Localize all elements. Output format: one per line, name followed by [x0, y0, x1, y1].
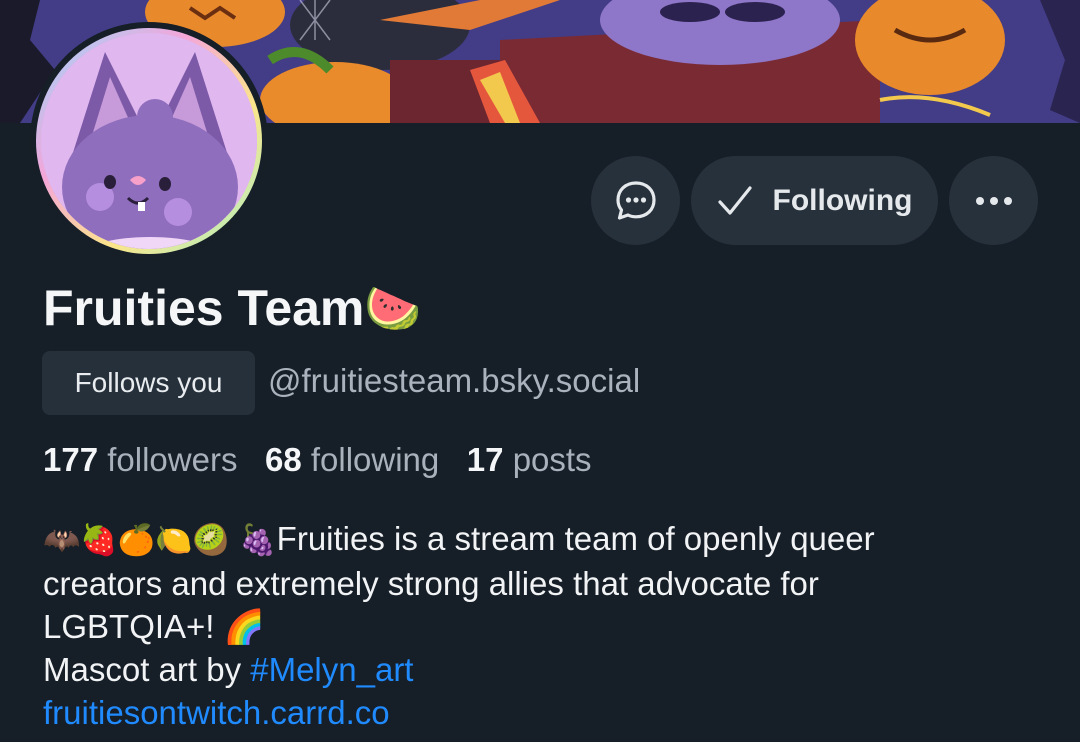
bio-line-5: fruitiesontwitch.carrd.co [43, 691, 1053, 734]
bio-line-4: Mascot art by #Melyn_art [43, 648, 1053, 691]
watermelon-emoji: 🍉 [364, 280, 422, 335]
ellipsis-icon [975, 196, 1012, 205]
follows-you-badge: Follows you [42, 351, 255, 415]
posts-label: posts [512, 441, 592, 478]
more-options-button[interactable] [949, 156, 1038, 245]
display-name-text: Fruities Team [43, 280, 365, 336]
rainbow-emoji: 🌈 [223, 607, 265, 646]
bio-line-1: 🦇🍓🍊🍋🥝 🍇Fruities is a stream team of open… [43, 517, 1053, 562]
hashtag-link[interactable]: #Melyn_art [250, 651, 413, 688]
followers-label: followers [107, 441, 238, 478]
followers-count: 177 [43, 441, 99, 478]
posts-count: 17 [466, 441, 504, 478]
bio-line-3-text: LGBTQIA+! [43, 608, 224, 645]
profile-avatar[interactable] [30, 22, 268, 260]
profile-bio: 🦇🍓🍊🍋🥝 🍇Fruities is a stream team of open… [43, 517, 1053, 734]
bio-line-1-text: Fruities is a stream team of openly quee… [276, 520, 875, 557]
bio-emojis: 🦇🍓🍊🍋🥝 🍇 [43, 523, 277, 558]
bio-line-3: LGBTQIA+! 🌈 [43, 605, 1053, 648]
profile-stats: 177 followers 68 following 17 posts [43, 441, 592, 479]
bat-mascot-avatar-image [31, 23, 267, 259]
display-name: Fruities Team 🍉 [43, 279, 422, 337]
posts-stat: 17 posts [467, 441, 592, 478]
message-button[interactable] [591, 156, 680, 245]
following-count: 68 [264, 441, 302, 478]
following-button-label: Following [772, 183, 913, 217]
bio-line-4-prefix: Mascot art by [43, 651, 251, 688]
following-label: following [310, 441, 440, 478]
bio-line-2: creators and extremely strong allies tha… [43, 565, 819, 602]
follows-you-label: Follows you [74, 367, 223, 398]
checkmark-icon [717, 185, 752, 215]
followers-stat[interactable]: 177 followers [43, 441, 247, 478]
website-link[interactable]: fruitiesontwitch.carrd.co [43, 694, 390, 731]
following-button[interactable]: Following [691, 156, 938, 245]
following-stat[interactable]: 68 following [265, 441, 448, 478]
profile-handle: @fruitiesteam.bsky.social [268, 362, 641, 399]
chat-bubble-icon [615, 180, 656, 220]
